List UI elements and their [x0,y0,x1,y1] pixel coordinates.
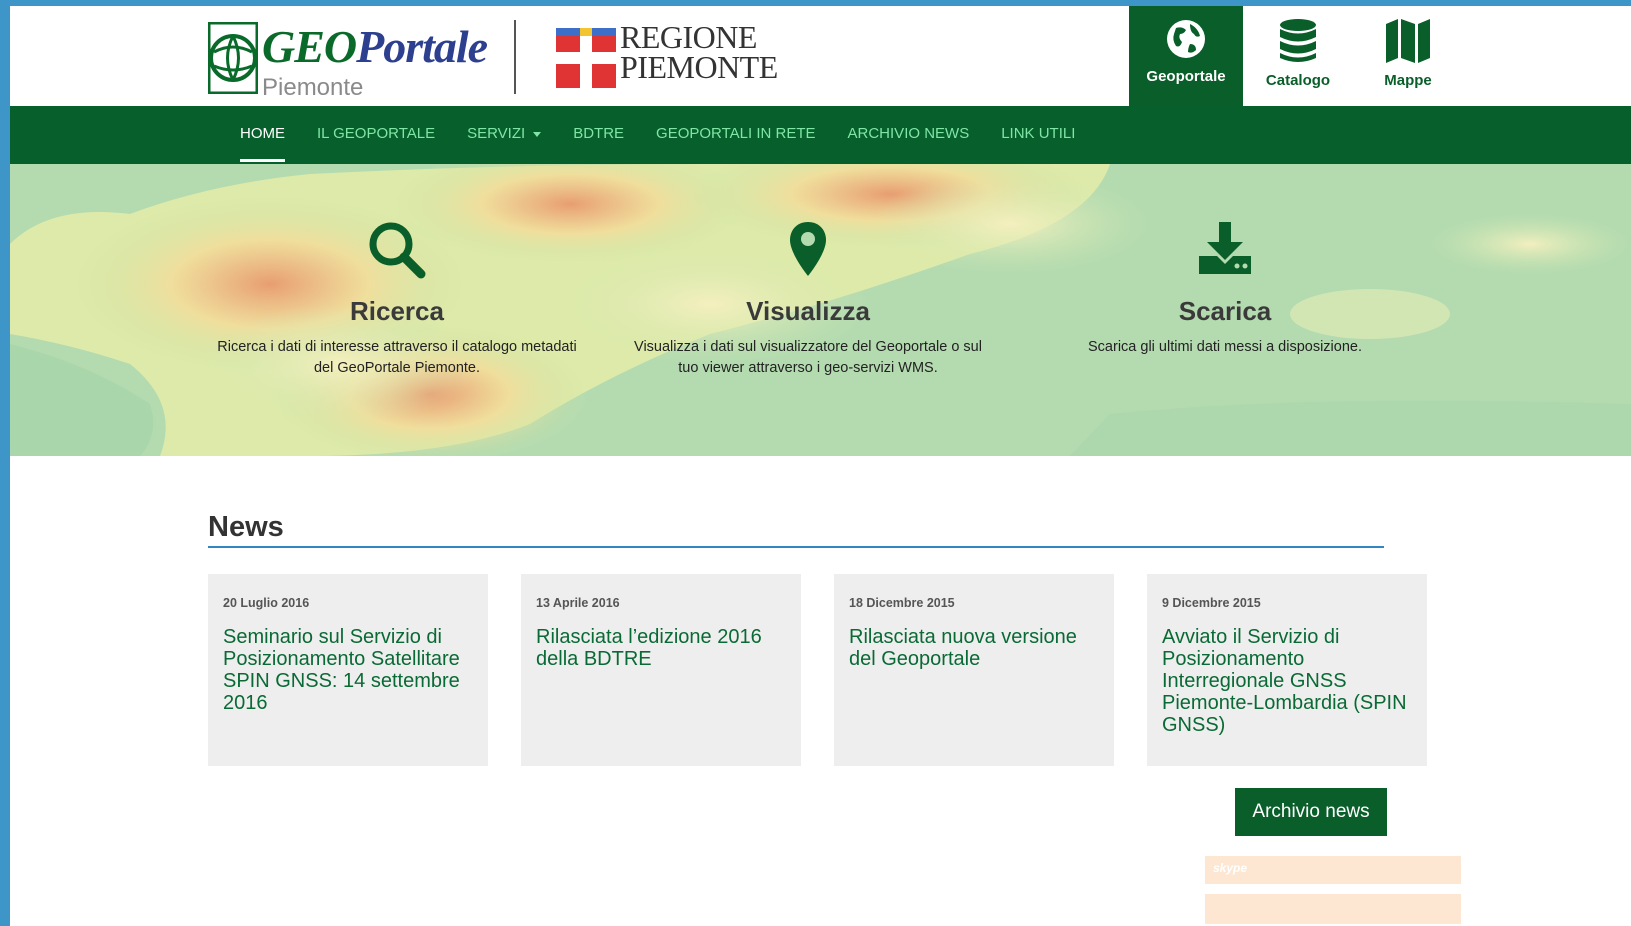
feature-scarica-title: Scarica [1178,296,1272,326]
site-header: GEOPortale Piemonte REGIONE PIEMONTE Geo… [10,6,1631,106]
news-title-link[interactable]: Seminario sul Servizio di Posizionamento… [223,626,472,714]
menu-item-geoportali-in-rete[interactable]: GEOPORTALI IN RETE [656,106,815,164]
menu-item-servizi[interactable]: SERVIZI [467,106,542,164]
topnav-mappe[interactable]: Mappe [1353,6,1463,106]
news-title-link[interactable]: Avviato il Servizio di Posizionamento In… [1162,626,1411,736]
feature-ricerca[interactable]: Ricerca Ricerca i dati di interesse attr… [207,220,587,379]
regione-flag-icon [556,28,616,88]
feature-scarica-desc: Scarica gli ultimi dati messi a disposiz… [1035,337,1415,358]
feature-visualizza-line-2: tuo viewer attraverso i geo-servizi WMS. [678,360,938,376]
menu-item-home[interactable]: HOME [240,106,285,164]
regione-logo-text: REGIONE PIEMONTE [620,19,778,85]
menu-link-utili-label: LINK UTILI [1001,125,1076,142]
news-title-link[interactable]: Rilasciata l’edizione 2016 della BDTRE [536,626,785,670]
skype-widget-secondary[interactable] [1205,894,1461,924]
main-menu: HOME IL GEOPORTALE SERVIZI BDTRE GEOPORT… [240,106,1107,164]
map-marker-icon [790,222,826,276]
news-card[interactable]: 9 Dicembre 2015 Avviato il Servizio di P… [1147,574,1427,766]
menu-item-il-geoportale[interactable]: IL GEOPORTALE [317,106,435,164]
feature-visualizza-line-1: Visualizza i dati sul visualizzatore del… [634,339,982,355]
menu-item-bdtre[interactable]: BDTRE [573,106,624,164]
menu-geoportali-label: GEOPORTALI IN RETE [656,125,816,142]
news-date: 18 Dicembre 2015 [849,596,955,610]
globe-icon [1167,20,1205,58]
archivio-news-button[interactable]: Archivio news [1235,788,1387,836]
news-card[interactable]: 18 Dicembre 2015 Rilasciata nuova versio… [834,574,1114,766]
logo-geo-word: GEO [262,21,357,72]
topnav-geoportale-label: Geoportale [1146,68,1226,85]
topnav-mappe-label: Mappe [1384,72,1432,89]
feature-visualizza[interactable]: Visualizza Visualizza i dati sul visuali… [618,220,998,379]
news-heading: News [208,511,284,543]
feature-ricerca-line-2: del GeoPortale Piemonte. [313,360,481,376]
logo-globe-icon [208,22,258,94]
logo-title: GEOPortale [262,20,488,73]
download-icon [1199,222,1251,274]
regione-line-1: REGIONE [620,19,757,55]
feature-scarica[interactable]: Scarica Scarica gli ultimi dati messi a … [1035,220,1415,358]
feature-visualizza-desc: Visualizza i dati sul visualizzatore del… [618,337,998,379]
logo-portale-word: Portale [356,21,488,72]
skype-widget[interactable]: skype [1205,856,1461,884]
menu-item-archivio-news[interactable]: ARCHIVIO NEWS [848,106,970,164]
skype-logo: skype [1213,861,1248,875]
search-icon [369,222,426,279]
topnav-geoportale[interactable]: Geoportale [1129,6,1243,106]
news-title-link[interactable]: Rilasciata nuova versione del Geoportale [849,626,1098,670]
geoportale-logo[interactable]: GEOPortale Piemonte [208,16,488,101]
news-date: 9 Dicembre 2015 [1162,596,1261,610]
regione-line-2: PIEMONTE [620,49,778,85]
top-navigation: Geoportale Catalogo Mappe [1129,6,1463,106]
hero-banner: Ricerca Ricerca i dati di interesse attr… [10,164,1631,456]
page: GEOPortale Piemonte REGIONE PIEMONTE Geo… [10,6,1631,926]
map-icon [1386,19,1430,63]
news-card[interactable]: 13 Aprile 2016 Rilasciata l’edizione 201… [521,574,801,766]
logo-subtitle: Piemonte [262,74,364,101]
menu-bdtre-label: BDTRE [573,125,625,142]
main-menu-bar: HOME IL GEOPORTALE SERVIZI BDTRE GEOPORT… [10,106,1631,164]
news-divider [208,546,1384,548]
feature-ricerca-title: Ricerca [350,296,444,326]
news-date: 20 Luglio 2016 [223,596,310,610]
menu-servizi-label: SERVIZI [467,125,526,142]
regione-piemonte-logo[interactable]: REGIONE PIEMONTE [556,21,778,92]
topnav-catalogo[interactable]: Catalogo [1243,6,1353,106]
menu-archivio-news-label: ARCHIVIO NEWS [847,125,970,142]
feature-visualizza-title: Visualizza [746,296,870,326]
topnav-catalogo-label: Catalogo [1265,72,1331,89]
news-card[interactable]: 20 Luglio 2016 Seminario sul Servizio di… [208,574,488,766]
feature-scarica-line-1: Scarica gli ultimi dati messi a disposiz… [1088,339,1362,355]
news-date: 13 Aprile 2016 [536,596,620,610]
logo-divider [514,20,516,94]
caret-down-icon [533,131,542,137]
feature-ricerca-desc: Ricerca i dati di interesse attraverso i… [207,337,587,379]
menu-home-label: HOME [240,125,285,142]
database-icon [1280,19,1316,62]
menu-item-link-utili[interactable]: LINK UTILI [1001,106,1075,164]
feature-ricerca-line-1: Ricerca i dati di interesse attraverso i… [217,339,577,355]
menu-il-geoportale-label: IL GEOPORTALE [317,125,436,142]
news-list: 20 Luglio 2016 Seminario sul Servizio di… [208,574,1427,766]
